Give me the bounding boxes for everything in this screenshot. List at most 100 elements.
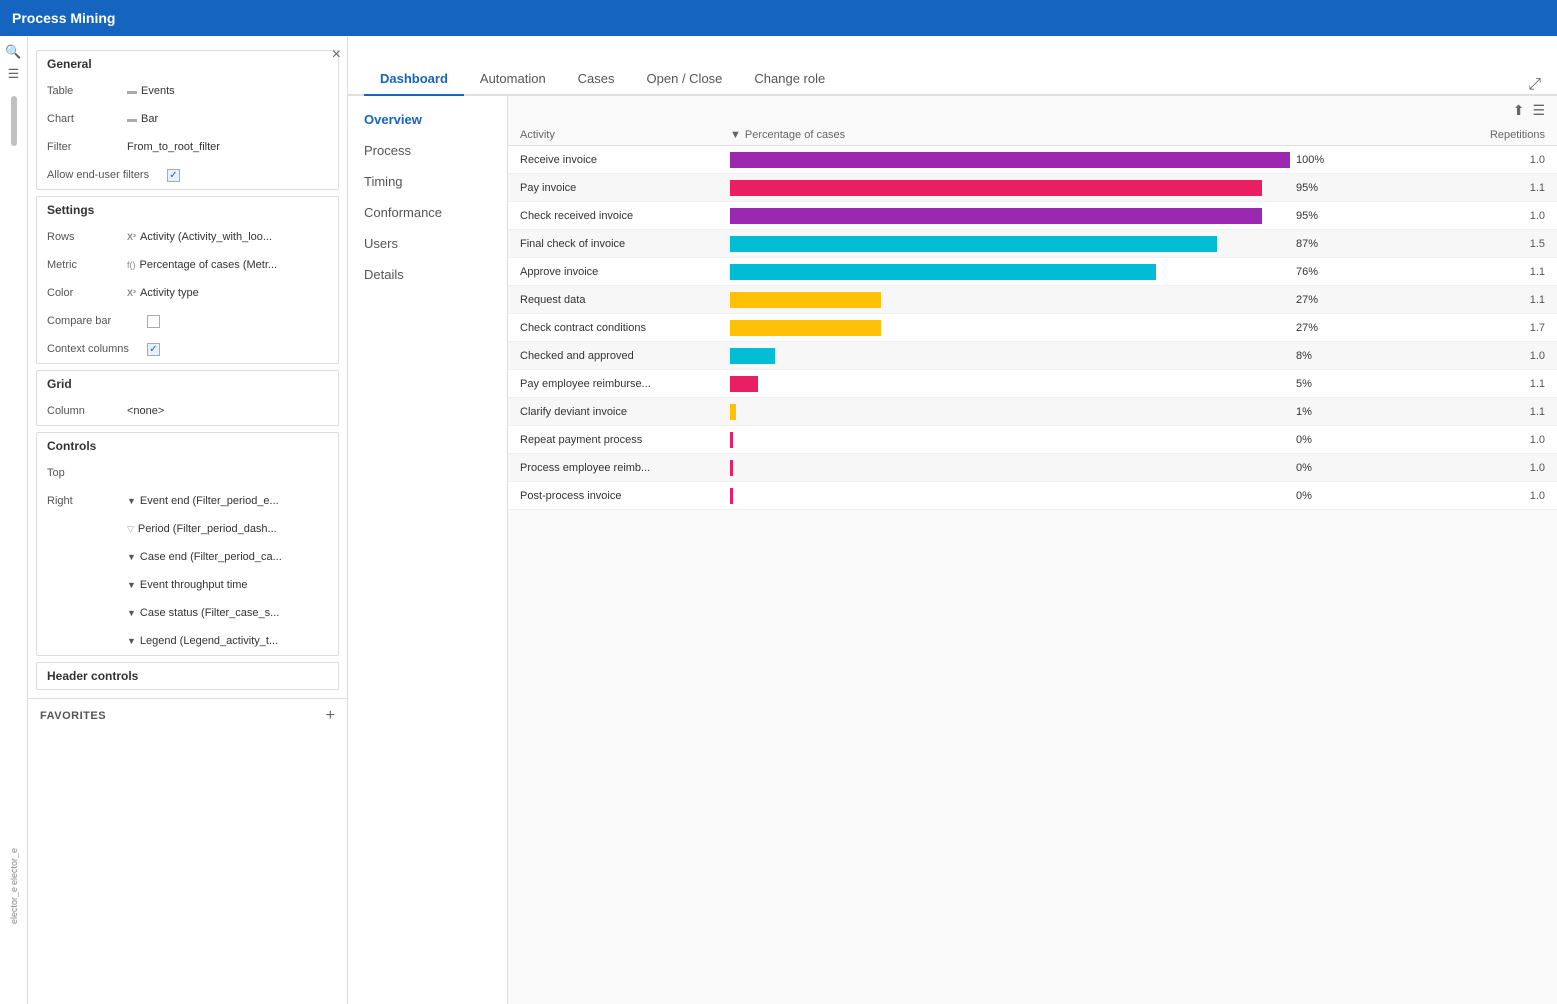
- sort-arrow[interactable]: ▼: [730, 129, 741, 141]
- settings-subtitle: Settings: [37, 197, 338, 223]
- right-control-4: ▼ Event throughput time: [37, 571, 338, 599]
- tab-open-close[interactable]: Open / Close: [631, 63, 739, 96]
- settings-subsection: Settings Rows X² Activity (Activity_with…: [36, 196, 339, 364]
- nav-item-timing[interactable]: Timing: [348, 166, 507, 197]
- bar-cell: 95%: [730, 180, 1445, 196]
- nav-item-users[interactable]: Users: [348, 228, 507, 259]
- bar: [730, 488, 733, 504]
- export-button[interactable]: ⬆: [1513, 102, 1525, 119]
- middle-layout: Overview Process Timing Conformance User…: [348, 96, 1557, 1004]
- bar: [730, 264, 1156, 280]
- pct-label: 0%: [1296, 490, 1328, 502]
- context-columns-setting: Context columns ✓: [37, 335, 338, 363]
- table-row: Receive invoice 100% 1.0: [508, 146, 1557, 174]
- context-columns-checkbox[interactable]: ✓: [147, 343, 160, 356]
- x2-icon-color: X²: [127, 288, 136, 298]
- x2-icon-rows: X²: [127, 232, 136, 242]
- color-value: X² Activity type: [127, 287, 328, 299]
- pct-label: 95%: [1296, 182, 1328, 194]
- tab-change-role[interactable]: Change role: [738, 63, 841, 96]
- right-control-3: ▼ Case end (Filter_period_ca...: [37, 543, 338, 571]
- table-row: Repeat payment process 0% 1.0: [508, 426, 1557, 454]
- selector-label-2: elector_e: [9, 887, 19, 924]
- bar-container: [730, 180, 1290, 196]
- bar-cell: 8%: [730, 348, 1445, 364]
- compare-bar-checkbox[interactable]: [147, 315, 160, 328]
- allow-filters-checkbox[interactable]: ✓: [167, 169, 180, 182]
- bar-container: [730, 460, 1290, 476]
- rep-cell: 1.0: [1445, 462, 1545, 474]
- menu-icon[interactable]: ☰: [8, 66, 20, 82]
- rep-cell: 1.1: [1445, 182, 1545, 194]
- rep-cell: 1.7: [1445, 322, 1545, 334]
- allow-filters-row: Allow end-user filters ✓: [37, 161, 338, 189]
- bar-container: [730, 376, 1290, 392]
- close-button[interactable]: ×: [332, 46, 341, 64]
- table-row: Approve invoice 76% 1.1: [508, 258, 1557, 286]
- column-label: Column: [47, 405, 127, 417]
- bar: [730, 348, 775, 364]
- table-row: Clarify deviant invoice 1% 1.1: [508, 398, 1557, 426]
- filter-row-setting: Filter From_to_root_filter: [37, 133, 338, 161]
- rows-setting: Rows X² Activity (Activity_with_loo...: [37, 223, 338, 251]
- header-controls-section: Header controls: [36, 662, 339, 690]
- add-favorite-button[interactable]: +: [326, 707, 335, 725]
- filter-icon-5: ▼: [127, 608, 136, 618]
- compare-bar-label: Compare bar: [47, 315, 147, 327]
- metric-value: f() Percentage of cases (Metr...: [127, 259, 328, 271]
- tab-automation[interactable]: Automation: [464, 63, 562, 96]
- activity-cell: Request data: [520, 294, 730, 306]
- nav-item-process[interactable]: Process: [348, 135, 507, 166]
- metric-label: Metric: [47, 259, 127, 271]
- bar: [730, 460, 733, 476]
- right-control-2: ▽ Period (Filter_period_dash...: [37, 515, 338, 543]
- rep-cell: 1.0: [1445, 434, 1545, 446]
- pct-label: 0%: [1296, 434, 1328, 446]
- chart-value: ▬ Bar: [127, 113, 328, 125]
- pct-label: 76%: [1296, 266, 1328, 278]
- activity-cell: Process employee reimb...: [520, 462, 730, 474]
- rows-label: Rows: [47, 231, 127, 243]
- bar-container: [730, 404, 1290, 420]
- nav-item-conformance[interactable]: Conformance: [348, 197, 507, 228]
- nav-item-details[interactable]: Details: [348, 259, 507, 290]
- tab-dashboard[interactable]: Dashboard: [364, 63, 464, 96]
- top-bar: Process Mining: [0, 0, 1557, 36]
- context-columns-label: Context columns: [47, 343, 147, 355]
- rep-cell: 1.1: [1445, 294, 1545, 306]
- controls-section: Controls Top Right ▼ Event end (Filter_p…: [36, 432, 339, 656]
- pct-label: 5%: [1296, 378, 1328, 390]
- search-icon[interactable]: 🔍: [5, 44, 21, 60]
- table-row: Process employee reimb... 0% 1.0: [508, 454, 1557, 482]
- expand-icon[interactable]: ⤢: [1528, 76, 1541, 94]
- table-row: Check contract conditions 27% 1.7: [508, 314, 1557, 342]
- rep-cell: 1.5: [1445, 238, 1545, 250]
- bar-cell: 95%: [730, 208, 1445, 224]
- pct-label: 100%: [1296, 154, 1328, 166]
- pct-label: 0%: [1296, 462, 1328, 474]
- grid-section: Grid Column <none>: [36, 370, 339, 426]
- left-edge: 🔍 ☰ elector_e elector_e: [0, 36, 28, 1004]
- list-view-button[interactable]: ☰: [1532, 102, 1545, 119]
- bar-container: [730, 236, 1290, 252]
- filter-icon-6: ▼: [127, 636, 136, 646]
- bar-cell: 5%: [730, 376, 1445, 392]
- table-row: Post-process invoice 0% 1.0: [508, 482, 1557, 510]
- bar-container: [730, 292, 1290, 308]
- activity-cell: Final check of invoice: [520, 238, 730, 250]
- favorites-label: FAVORITES: [40, 710, 106, 722]
- tab-cases[interactable]: Cases: [562, 63, 631, 96]
- table-row: Pay employee reimburse... 5% 1.1: [508, 370, 1557, 398]
- pct-label: 27%: [1296, 322, 1328, 334]
- table-label: Table: [47, 85, 127, 97]
- activity-cell: Checked and approved: [520, 350, 730, 362]
- bar-cell: 0%: [730, 460, 1445, 476]
- pct-label: 87%: [1296, 238, 1328, 250]
- right-control-6: ▼ Legend (Legend_activity_t...: [37, 627, 338, 655]
- general-section: General Table ▬ Events Chart ▬ Bar Filte…: [36, 50, 339, 190]
- nav-item-overview[interactable]: Overview: [348, 104, 507, 135]
- table-row: Checked and approved 8% 1.0: [508, 342, 1557, 370]
- filter-label: Filter: [47, 141, 127, 153]
- chart-rows: Receive invoice 100% 1.0 Pay invoice 95%…: [508, 146, 1557, 1004]
- table-value: ▬ Events: [127, 85, 328, 97]
